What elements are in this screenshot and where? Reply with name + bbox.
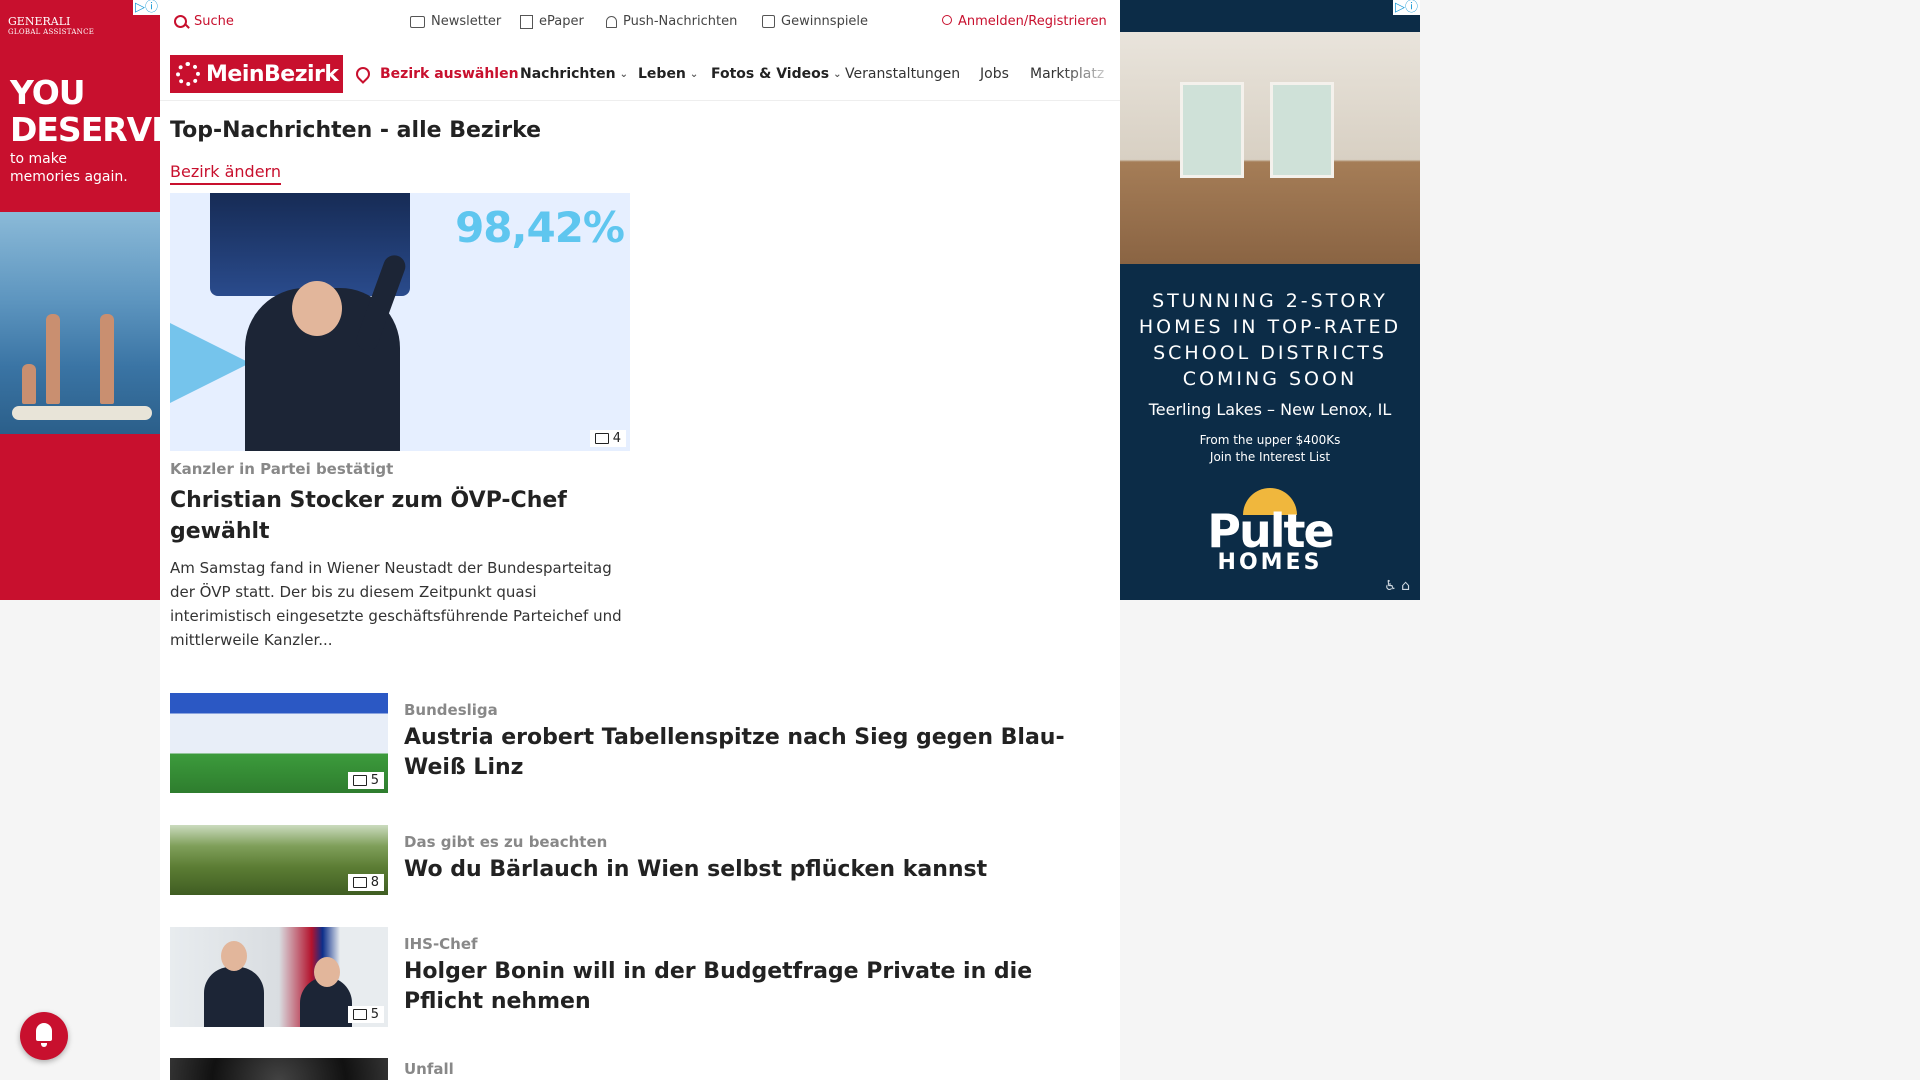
gallery-icon xyxy=(352,877,367,888)
list-item[interactable]: 5 IHS-Chef Holger Bonin will in der Budg… xyxy=(170,927,1110,1027)
nav-item-nachrichten[interactable]: Nachrichten ⌄ xyxy=(520,66,628,82)
hero-teaser: Am Samstag fand in Wiener Neustadt der B… xyxy=(170,559,622,649)
list-item[interactable]: Unfall xyxy=(170,1058,1110,1080)
push-link[interactable]: Push-Nachrichten xyxy=(606,14,737,29)
article-kicker: Unfall xyxy=(404,1060,454,1078)
list-item[interactable]: 8 Das gibt es zu beachten Wo du Bärlauch… xyxy=(170,825,1110,895)
main-navigation: MeinBezirk Bezirk auswählen Nachrichten ⌄… xyxy=(160,50,1120,101)
accessibility-icon: ♿ ⌂ xyxy=(1384,578,1410,594)
article-thumbnail[interactable] xyxy=(170,1058,388,1080)
image-count-badge: 5 xyxy=(347,772,384,789)
gewinnspiele-link[interactable]: Gewinnspiele xyxy=(762,14,868,29)
article-kicker: Bundesliga xyxy=(404,701,498,719)
chevron-down-icon: ⌄ xyxy=(833,68,842,80)
ad-price: From the upper $400Ks Join the Interest … xyxy=(1199,433,1341,464)
article-thumbnail[interactable]: 5 xyxy=(170,693,388,793)
gallery-icon xyxy=(352,1009,367,1020)
hero-kicker: Kanzler in Partei bestätigt xyxy=(170,460,394,478)
chevron-down-icon: ⌄ xyxy=(619,68,628,80)
bezirk-select-button[interactable]: Bezirk auswählen xyxy=(353,64,519,84)
article-kicker: Das gibt es zu beachten xyxy=(404,833,608,851)
site-logo[interactable]: MeinBezirk xyxy=(170,55,343,93)
ad-headline: YOU DESERVE xyxy=(10,73,160,149)
article-headline[interactable]: Austria erobert Tabellenspitze nach Sieg… xyxy=(404,723,1104,783)
article-headline[interactable]: Wo du Bärlauch in Wien selbst pflücken k… xyxy=(404,855,1104,885)
list-item[interactable]: 5 Bundesliga Austria erobert Tabellenspi… xyxy=(170,693,1110,793)
article-kicker: IHS-Chef xyxy=(404,935,478,953)
left-ad-banner[interactable]: GENERALI GLOBAL ASSISTANCE ▷ⓘ YOU DESERV… xyxy=(0,0,160,600)
nav-item-leben[interactable]: Leben ⌄ xyxy=(638,66,698,82)
ad-brand-logo: GENERALI GLOBAL ASSISTANCE xyxy=(8,15,95,36)
nav-item-jobs[interactable]: Jobs xyxy=(980,66,1009,82)
right-ad-banner[interactable]: ▷ⓘ STUNNING 2-STORY HOMES IN TOP-RATED S… xyxy=(1120,0,1420,600)
ad-photo xyxy=(1120,32,1420,264)
gift-icon xyxy=(762,15,775,28)
page-title: Top-Nachrichten - alle Bezirke xyxy=(170,118,542,143)
hero-image[interactable]: 98,42% 4 xyxy=(170,193,630,451)
newsletter-link[interactable]: Newsletter xyxy=(410,14,501,29)
user-icon xyxy=(942,14,952,25)
bell-icon xyxy=(606,15,617,28)
nav-item-veranstaltungen[interactable]: Veranstaltungen xyxy=(845,66,960,82)
nav-overflow-fade xyxy=(1060,50,1120,100)
chevron-down-icon: ⌄ xyxy=(689,68,699,80)
hero-percent-text: 98,42% xyxy=(455,203,625,252)
nav-item-fotos-videos[interactable]: Fotos & Videos ⌄ xyxy=(711,66,841,82)
logo-sun-icon xyxy=(176,62,200,86)
article-thumbnail[interactable]: 8 xyxy=(170,825,388,895)
ad-choices-icon[interactable]: ▷ⓘ xyxy=(1393,0,1420,15)
gallery-icon xyxy=(352,775,367,786)
ad-location: Teerling Lakes – New Lenox, IL xyxy=(1148,400,1392,419)
search-icon xyxy=(174,14,188,29)
gallery-icon xyxy=(594,433,609,444)
ad-photo xyxy=(0,212,160,434)
article-headline[interactable]: Holger Bonin will in der Budgetfrage Pri… xyxy=(404,957,1104,1017)
ad-choices-icon[interactable]: ▷ⓘ xyxy=(133,0,160,15)
image-count-badge: 5 xyxy=(347,1006,384,1023)
image-count-badge: 8 xyxy=(347,874,384,891)
page-content: Suche Newsletter ePaper Push-Nachrichten… xyxy=(160,0,1120,1080)
notification-bell-button[interactable] xyxy=(20,1012,68,1060)
ad-logo: Pulte HOMES xyxy=(1120,488,1420,574)
ad-headline: STUNNING 2-STORY HOMES IN TOP-RATED SCHO… xyxy=(1138,290,1402,390)
change-bezirk-link[interactable]: Bezirk ändern xyxy=(170,162,281,185)
top-utility-bar: Suche Newsletter ePaper Push-Nachrichten… xyxy=(160,0,1120,46)
epaper-link[interactable]: ePaper xyxy=(520,14,584,29)
login-link[interactable]: Anmelden/Registrieren xyxy=(942,14,1107,29)
newspaper-icon xyxy=(520,14,533,29)
hero-headline[interactable]: Christian Stocker zum ÖVP-Chef gewählt xyxy=(170,485,630,547)
article-thumbnail[interactable]: 5 xyxy=(170,927,388,1027)
search-link[interactable]: Suche xyxy=(174,14,234,29)
image-count-badge: 4 xyxy=(589,430,626,447)
ad-subline: to make memories again. xyxy=(10,151,128,185)
mail-icon xyxy=(410,15,425,28)
location-pin-icon xyxy=(353,64,373,84)
